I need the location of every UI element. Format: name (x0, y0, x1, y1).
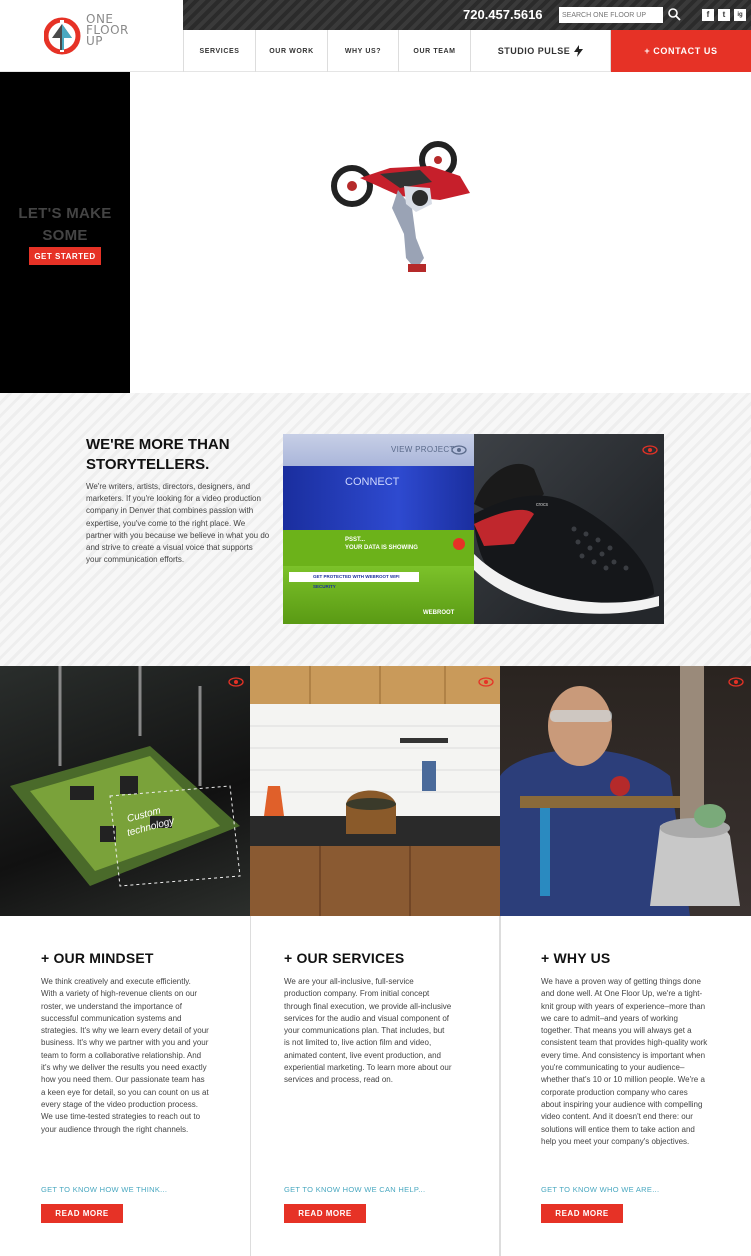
info-columns: + OUR MINDSET We think creatively and ex… (0, 916, 751, 1256)
eye-icon[interactable] (228, 677, 244, 687)
phone-number[interactable]: 720.457.5616 (463, 7, 543, 22)
twitter-icon[interactable]: t (718, 9, 730, 21)
circuit-board-image: Custom technology (10, 666, 241, 887)
eye-icon[interactable] (478, 677, 494, 687)
connect-panel: CONNECT (283, 466, 475, 530)
plumber-image (500, 666, 740, 916)
nav-contact-us[interactable]: + CONTACT US (611, 30, 751, 72)
read-more-button[interactable]: READ MORE (41, 1204, 123, 1223)
webroot-brand: WEBROOT (423, 610, 455, 616)
storytellers-section: WE'RE MORE THAN STORYTELLERS. We're writ… (0, 393, 751, 666)
webroot-lower-panel: GET PROTECTED WITH WEBROOT WIFI SECURITY… (283, 566, 475, 624)
column-services: + OUR SERVICES We are your all-inclusive… (251, 916, 500, 1256)
site-header: ONE FLOOR UP 720.457.5616 f t ig SERVICE… (0, 0, 751, 72)
eye-icon[interactable] (728, 677, 744, 687)
hero-cta-panel: LET'S MAKE SOME VIDEOS GET STARTED (0, 72, 130, 393)
column-link[interactable]: GET TO KNOW HOW WE CAN HELP... (284, 1185, 425, 1194)
storytellers-body: We're writers, artists, directors, desig… (86, 482, 270, 565)
eye-icon[interactable] (451, 445, 467, 455)
column-body: We have a proven way of getting things d… (541, 977, 708, 1146)
column-body: We think creatively and execute efficien… (41, 977, 209, 1134)
nav-services[interactable]: SERVICES (183, 30, 256, 72)
psst-line1: PSST... (345, 537, 366, 543)
read-more-button[interactable]: READ MORE (284, 1204, 366, 1223)
column-title: + WHY US (541, 950, 611, 966)
tile-kitchen[interactable] (250, 666, 500, 916)
search-icon[interactable] (667, 7, 681, 21)
view-project-label: VIEW PROJECT (391, 445, 455, 454)
lightning-icon (574, 45, 584, 57)
kitchen-image (250, 666, 500, 916)
facebook-icon[interactable]: f (702, 9, 714, 21)
nav-studio-pulse-label: STUDIO PULSE (497, 46, 571, 56)
logo-text: ONE FLOOR UP (86, 13, 129, 48)
column-body: We are your all-inclusive, full-service … (284, 977, 452, 1085)
column-link[interactable]: GET TO KNOW WHO WE ARE... (541, 1185, 659, 1194)
alert-dot-icon (453, 538, 465, 550)
column-title: + OUR MINDSET (41, 950, 154, 966)
storytellers-heading-line2: STORYTELLERS. (86, 456, 210, 473)
read-more-button[interactable]: READ MORE (541, 1204, 623, 1223)
connect-text: CONNECT (345, 476, 400, 488)
instagram-icon[interactable]: ig (734, 9, 746, 21)
search-input[interactable] (559, 7, 663, 23)
tile-custom-technology[interactable]: Custom technology (0, 666, 250, 916)
column-why-us: + WHY US We have a proven way of getting… (500, 916, 751, 1256)
project-tile-crocs[interactable]: crocs (474, 434, 664, 624)
nav-our-team[interactable]: OUR TEAM (399, 30, 471, 72)
column-mindset: + OUR MINDSET We think creatively and ex… (0, 916, 251, 1256)
utility-bar: 720.457.5616 f t ig (183, 0, 751, 30)
hero-title-line1: LET'S MAKE SOME (18, 205, 112, 244)
nav-why-us[interactable]: WHY US? (328, 30, 399, 72)
psst-line2: YOUR DATA IS SHOWING (345, 545, 418, 551)
column-link[interactable]: GET TO KNOW HOW WE THINK... (41, 1185, 167, 1194)
logo-line-up: UP (86, 34, 104, 48)
crocs-logo-text: crocs (536, 502, 548, 508)
storytellers-heading: WE'RE MORE THAN STORYTELLERS. (86, 435, 266, 475)
nav-our-work[interactable]: OUR WORK (256, 30, 328, 72)
protect-banner: GET PROTECTED WITH WEBROOT WIFI SECURITY (289, 572, 419, 589)
tile-plumber[interactable] (500, 666, 751, 916)
motocross-rider-image (331, 141, 470, 272)
crocs-shoe-image: crocs (474, 463, 659, 614)
main-nav: SERVICES OUR WORK WHY US? OUR TEAM STUDI… (183, 30, 751, 72)
project-tile-webroot[interactable]: VIEW PROJECT CONNECT PSST... YOUR DATA I… (283, 434, 475, 624)
get-started-button[interactable]: GET STARTED (29, 247, 101, 265)
storytellers-heading-line1: WE'RE MORE THAN (86, 436, 230, 453)
psst-text: PSST... YOUR DATA IS SHOWING (345, 536, 418, 552)
hero-section: LET'S MAKE SOME VIDEOS GET STARTED (0, 72, 751, 393)
column-title: + OUR SERVICES (284, 950, 405, 966)
webroot-green-panel: PSST... YOUR DATA IS SHOWING (283, 530, 475, 566)
nav-studio-pulse[interactable]: STUDIO PULSE (471, 30, 611, 72)
